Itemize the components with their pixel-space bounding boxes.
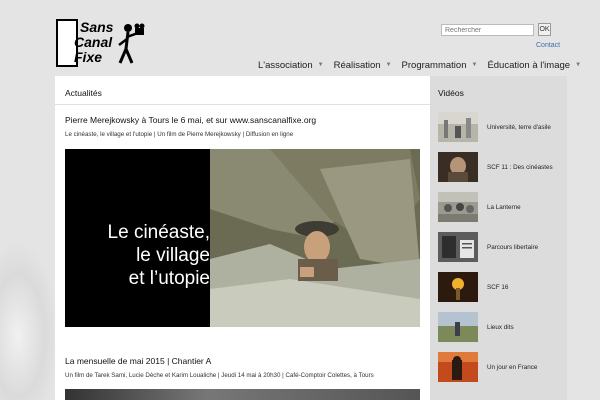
video-thumbnail: [438, 272, 478, 302]
post-image-preview[interactable]: [65, 389, 420, 400]
video-thumbnail: [438, 232, 478, 262]
video-list-item[interactable]: SCF 11 : Des cinéastes: [438, 152, 565, 182]
video-thumbnail: [438, 192, 478, 222]
logo-line-3: Fixe: [74, 49, 103, 65]
video-thumbnail: [438, 152, 478, 182]
video-thumbnail: [438, 112, 478, 142]
logo-line-1: Sans: [80, 19, 114, 35]
nav-item-label: Éducation à l'image: [487, 59, 571, 71]
panel-title: Actualités: [65, 88, 102, 98]
chevron-down-icon: ▼: [471, 62, 478, 68]
video-title: SCF 11 : Des cinéastes: [487, 163, 553, 171]
caption-line: et l’utopie: [128, 268, 210, 289]
logo-line-2: Canal: [74, 34, 113, 50]
video-still-image: [210, 149, 420, 327]
search-input[interactable]: [441, 24, 534, 36]
news-panel: Actualités Pierre Merejkowsky à Tours le…: [55, 76, 430, 400]
video-list-item[interactable]: La Lanterne: [438, 192, 565, 222]
video-title: Université, terre d'asile: [487, 123, 551, 131]
video-list-item[interactable]: Lieux dits: [438, 312, 565, 342]
chevron-down-icon: ▼: [575, 62, 582, 68]
nav-item-realisation[interactable]: Réalisation ▼: [334, 58, 402, 72]
post-title-link[interactable]: La mensuelle de mai 2015 | Chantier A: [65, 356, 211, 366]
main-nav: L'association ▼ Réalisation ▼ Programmat…: [258, 58, 591, 72]
nav-item-label: L'association: [258, 59, 313, 71]
site-logo[interactable]: Sans Canal Fixe: [56, 19, 146, 67]
contact-link[interactable]: Contact: [536, 42, 560, 49]
videos-sidebar: Vidéos Université, terre d'asile SCF 11 …: [430, 76, 567, 400]
video-title: SCF 16: [487, 283, 509, 291]
video-thumbnail: [438, 352, 478, 382]
video-title: Lieux dits: [487, 323, 514, 331]
video-list-item[interactable]: Un jour en France: [438, 352, 565, 382]
video-list-item[interactable]: SCF 16: [438, 272, 565, 302]
caption-line: le village: [136, 245, 210, 266]
nav-item-education[interactable]: Éducation à l'image ▼: [487, 58, 591, 72]
cameraman-icon: [118, 23, 145, 64]
video-list-item[interactable]: Parcours libertaire: [438, 232, 565, 262]
video-title: Parcours libertaire: [487, 243, 539, 251]
nav-item-association[interactable]: L'association ▼: [258, 58, 334, 72]
sidebar-title: Vidéos: [438, 88, 464, 98]
video-title: La Lanterne: [487, 203, 521, 211]
video-title: Un jour en France: [487, 363, 538, 371]
caption-line: Le cinéaste,: [107, 222, 210, 243]
post-meta: Un film de Tarek Sami, Lucie Dèche et Ka…: [65, 372, 374, 379]
post-meta: Le cinéaste, le village et l'utopie | Un…: [65, 131, 294, 138]
video-thumbnail: [438, 312, 478, 342]
background-decoration: [0, 240, 60, 400]
chevron-down-icon: ▼: [385, 62, 392, 68]
post-title-link[interactable]: Pierre Merejkowsky à Tours le 6 mai, et …: [65, 115, 316, 125]
video-caption: Le cinéaste, le village et l’utopie: [70, 221, 210, 290]
video-player[interactable]: Le cinéaste, le village et l’utopie: [65, 149, 420, 327]
nav-item-programmation[interactable]: Programmation ▼: [402, 58, 488, 72]
chevron-down-icon: ▼: [317, 62, 324, 68]
search-ok-button[interactable]: OK: [538, 23, 551, 36]
divider: [55, 104, 430, 105]
nav-item-label: Réalisation: [333, 59, 381, 71]
video-list-item[interactable]: Université, terre d'asile: [438, 112, 565, 142]
nav-item-label: Programmation: [401, 59, 467, 71]
